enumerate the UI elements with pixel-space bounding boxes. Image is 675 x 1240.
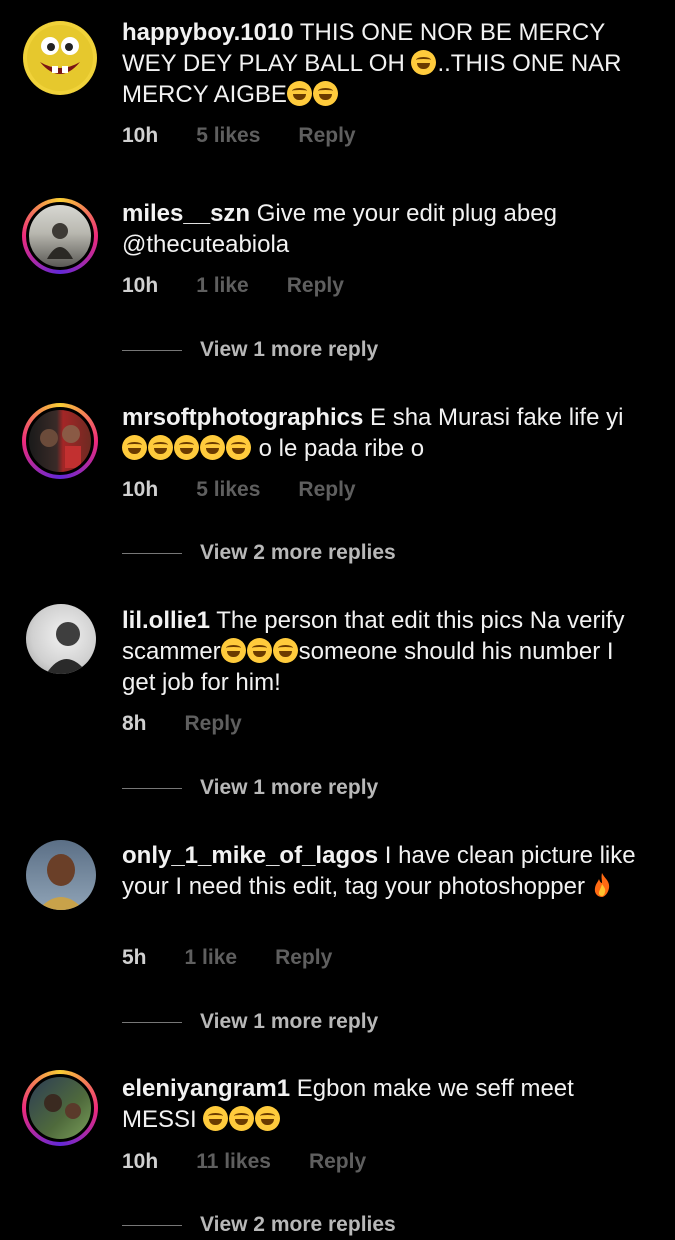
comment-text: mrsoftphotographics E sha Murasi fake li… [122,402,642,464]
avatar[interactable] [22,403,98,479]
laughing-emoji-icon [246,638,272,663]
reply-button[interactable]: Reply [287,274,344,298]
avatar[interactable] [22,1070,98,1146]
comment-username[interactable]: mrsoftphotographics [122,404,363,431]
comment-text: only_1_mike_of_lagos I have clean pictur… [122,840,642,902]
avatar-image [26,202,94,270]
laughing-emoji-icon [286,81,312,106]
view-more-replies-button[interactable]: View 1 more reply [122,776,378,800]
comment-meta: 8h Reply [122,712,280,736]
reply-button[interactable]: Reply [309,1150,366,1174]
avatar[interactable] [26,840,96,910]
smiley-avatar-icon [23,21,97,95]
divider-line [122,1021,182,1023]
comment-text: eleniyangram1 Egbon make we seff meet ME… [122,1073,642,1135]
comment-username[interactable]: lil.ollie1 [122,607,210,634]
laughing-emoji-icon [255,1106,281,1131]
comment-meta: 10h 11 likes Reply [122,1150,404,1174]
laughing-emoji-icon [148,435,173,460]
comment-username[interactable]: eleniyangram1 [122,1075,290,1102]
comment-text: happyboy.1010 THIS ONE NOR BE MERCY WEY … [122,17,642,110]
comment-time: 10h [122,274,159,297]
laughing-emoji-icon [122,435,147,460]
comment-body: o le pada ribe o [252,435,425,462]
comment-meta: 5h 1 like Reply [122,946,370,970]
laughing-emoji-icon [226,435,251,460]
avatar[interactable] [22,198,98,274]
divider-line [122,1224,182,1226]
comment-meta: 10h 5 likes Reply [122,478,394,502]
person-photo-icon [46,622,88,674]
comment-time: 10h [122,1150,159,1173]
comment-body: E sha Murasi fake life yi [370,404,624,431]
divider-line [122,552,182,554]
likes-count[interactable]: 1 like [196,274,249,298]
reply-button[interactable]: Reply [298,124,355,148]
avatar[interactable] [26,604,96,674]
comment-text: miles__szn Give me your edit plug abeg @… [122,198,642,260]
divider-line [122,787,182,789]
comment-meta: 10h 5 likes Reply [122,124,394,148]
view-more-label[interactable]: View 1 more reply [200,1010,378,1034]
person-silhouette-icon [47,223,73,259]
laughing-emoji-icon [203,1106,229,1131]
view-more-replies-button[interactable]: View 2 more replies [122,541,396,565]
comment-text: lil.ollie1 The person that edit this pic… [122,605,642,698]
view-more-replies-button[interactable]: View 1 more reply [122,338,378,362]
comment-username[interactable]: happyboy.1010 [122,19,294,46]
view-more-replies-button[interactable]: View 2 more replies [122,1213,396,1237]
laughing-emoji-icon [272,638,298,663]
laughing-emoji-icon [174,435,199,460]
likes-count[interactable]: 1 like [185,946,238,970]
reply-button[interactable]: Reply [275,946,332,970]
laughing-emoji-icon [220,638,246,663]
view-more-label[interactable]: View 2 more replies [200,1213,396,1237]
laughing-emoji-icon [200,435,225,460]
comment-meta: 10h 1 like Reply [122,274,382,298]
likes-count[interactable]: 5 likes [196,124,260,148]
comment-username[interactable]: only_1_mike_of_lagos [122,842,378,869]
likes-count[interactable]: 5 likes [196,478,260,502]
comment-time: 5h [122,946,147,969]
reply-button[interactable]: Reply [298,478,355,502]
comment-time: 10h [122,478,159,501]
view-more-label[interactable]: View 2 more replies [200,541,396,565]
comment-username[interactable]: miles__szn [122,200,250,227]
person-photo-icon [44,1094,81,1119]
view-more-replies-button[interactable]: View 1 more reply [122,1010,378,1034]
comment-time: 10h [122,124,159,147]
person-photo-icon [38,854,84,910]
laughing-emoji-icon [411,50,437,75]
people-photo-icon [40,425,81,468]
fire-icon [594,873,609,897]
view-more-label[interactable]: View 1 more reply [200,776,378,800]
divider-line [122,349,182,351]
avatar-image [26,407,94,475]
comment-time: 8h [122,712,147,735]
laughing-emoji-icon [312,81,338,106]
view-more-label[interactable]: View 1 more reply [200,338,378,362]
reply-button[interactable]: Reply [185,712,242,736]
laughing-emoji-icon [229,1106,255,1131]
likes-count[interactable]: 11 likes [196,1150,271,1174]
avatar[interactable] [22,20,98,96]
avatar-image [26,1074,94,1142]
